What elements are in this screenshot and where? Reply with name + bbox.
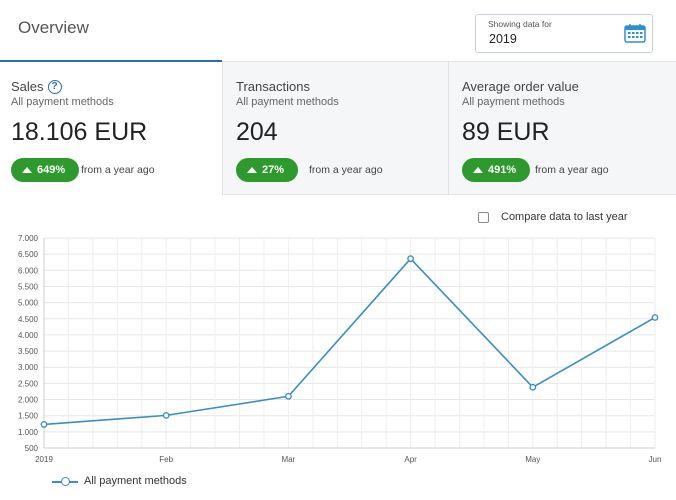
compare-toggle[interactable]: Compare data to last year — [478, 211, 628, 223]
x-tick-label: Mar — [282, 455, 296, 464]
line-chart: 500 1.000 1.500 2.000 2.500 3.000 3.500 4.000 4.… — [18, 234, 662, 464]
y-tick-label: 6.500 — [18, 250, 39, 259]
arrow-up-icon — [473, 167, 483, 173]
stat-title: Average order value — [462, 79, 579, 94]
change-badge: 649% — [11, 158, 80, 182]
arrow-up-icon — [247, 167, 257, 173]
data-point — [407, 255, 414, 263]
stat-value: 204 — [236, 118, 278, 146]
data-point — [529, 383, 537, 391]
stat-card-sales[interactable]: Sales ? All payment methods 18.106 EUR 6… — [0, 62, 222, 195]
y-tick-label: 5.000 — [18, 299, 39, 308]
y-tick-label: 2.500 — [18, 379, 39, 388]
y-tick-label: 1.500 — [18, 412, 39, 421]
y-tick-label: 3.000 — [18, 363, 39, 372]
stat-card-average-order-value[interactable]: Average order value All payment methods … — [448, 62, 676, 195]
y-tick-label: 5.500 — [18, 282, 39, 291]
x-tick-label: Feb — [159, 455, 173, 464]
calendar-icon[interactable] — [624, 23, 646, 43]
change-value: 649% — [37, 164, 66, 176]
date-picker-value: 2019 — [489, 32, 517, 46]
stat-title: Sales ? — [11, 79, 62, 94]
change-badge: 491% — [462, 158, 531, 182]
date-picker-caption: Showing data for — [488, 19, 552, 29]
stat-subtitle: All payment methods — [11, 96, 114, 108]
stat-card-transactions[interactable]: Transactions All payment methods 204 27%… — [222, 62, 448, 195]
compare-checkbox[interactable] — [478, 211, 489, 223]
sales-chart: 500 1.000 1.500 2.000 2.500 3.000 3.500 4.000 4.… — [0, 230, 676, 500]
legend-label: All payment methods — [84, 475, 187, 487]
data-point — [651, 314, 659, 321]
x-tick-label: May — [525, 455, 540, 464]
change-value: 491% — [488, 164, 517, 176]
data-point — [162, 411, 170, 419]
y-tick-label: 3.500 — [18, 347, 39, 356]
change-note: from a year ago — [81, 164, 155, 176]
help-icon[interactable]: ? — [47, 79, 62, 94]
arrow-up-icon — [22, 167, 32, 173]
stat-title-text: Sales — [11, 79, 44, 94]
change-badge: 27% — [236, 158, 299, 182]
y-tick-label: 7.000 — [18, 234, 39, 243]
y-tick-label: 2.000 — [18, 396, 39, 405]
compare-label: Compare data to last year — [501, 211, 628, 223]
overview-header: Overview Showing data for 2019 — [0, 0, 676, 62]
x-tick-label: 2019 — [35, 455, 53, 464]
stat-value: 18.106 EUR — [11, 118, 148, 146]
y-tick-label: 1.000 — [18, 428, 39, 437]
data-point — [40, 421, 48, 428]
stat-value: 89 EUR — [462, 118, 550, 146]
stat-subtitle: All payment methods — [236, 96, 339, 108]
date-picker[interactable]: Showing data for 2019 — [475, 14, 653, 53]
chart-legend[interactable]: All payment methods — [52, 475, 187, 487]
stat-title: Transactions — [236, 79, 310, 94]
y-tick-label: 4.500 — [18, 315, 39, 324]
change-note: from a year ago — [309, 164, 383, 176]
change-value: 27% — [262, 164, 285, 176]
y-tick-label: 6.000 — [18, 266, 39, 275]
x-tick-label: Jun — [649, 455, 662, 464]
stats-row: Sales ? All payment methods 18.106 EUR 6… — [0, 62, 676, 195]
stat-title-text: Average order value — [462, 79, 579, 94]
change-note: from a year ago — [535, 164, 609, 176]
data-point — [284, 392, 292, 400]
x-tick-label: Apr — [404, 455, 417, 464]
stat-subtitle: All payment methods — [462, 96, 565, 108]
y-tick-label: 500 — [25, 444, 39, 453]
page-title: Overview — [18, 18, 89, 37]
y-tick-label: 4.000 — [18, 331, 39, 340]
legend-swatch — [52, 476, 78, 486]
stat-title-text: Transactions — [236, 79, 310, 94]
